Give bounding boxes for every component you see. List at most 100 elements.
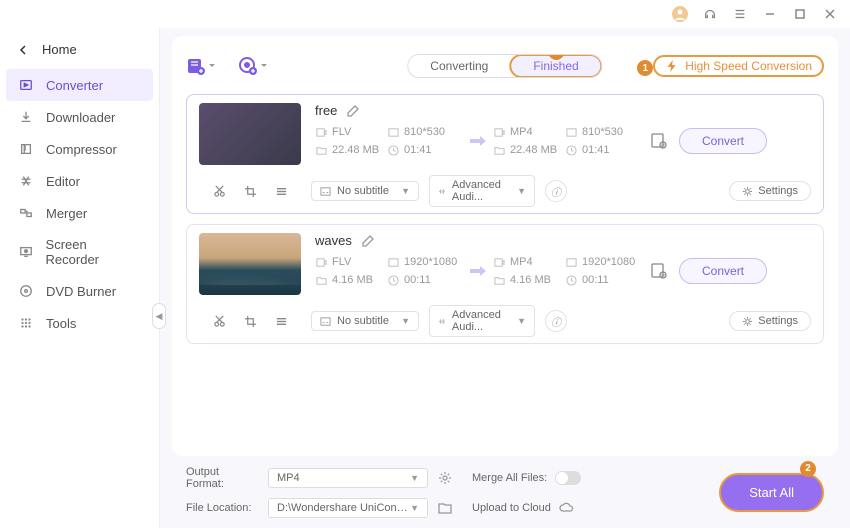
sidebar-item-label: Editor xyxy=(46,174,80,189)
src-format: FLV xyxy=(332,126,351,138)
dvd-icon xyxy=(18,283,34,299)
dst-size: 4.16 MB xyxy=(510,274,551,286)
merge-toggle[interactable] xyxy=(555,471,581,485)
info-icon[interactable]: ⓘ xyxy=(545,180,567,202)
sidebar: Home Converter Downloader Compressor Ed xyxy=(0,28,160,528)
item-title: waves xyxy=(315,233,352,248)
sidebar-item-label: Merger xyxy=(46,206,87,221)
src-res: 1920*1080 xyxy=(404,256,457,268)
editor-icon xyxy=(18,173,34,189)
clock-icon xyxy=(387,144,399,156)
maximize-icon[interactable] xyxy=(792,6,808,22)
convert-button[interactable]: Convert xyxy=(679,258,767,284)
sidebar-item-label: Downloader xyxy=(46,110,115,125)
high-speed-toggle[interactable]: 1 High Speed Conversion xyxy=(653,55,824,77)
merger-icon xyxy=(18,205,34,221)
output-settings-icon[interactable] xyxy=(647,132,671,150)
menu-icon[interactable] xyxy=(732,6,748,22)
dst-size: 22.48 MB xyxy=(510,144,557,156)
converter-icon xyxy=(18,77,34,93)
sidebar-item-label: Converter xyxy=(46,78,103,93)
main-panel: Converting 3 Finished 1 High Speed Conve… xyxy=(160,28,850,528)
downloader-icon xyxy=(18,109,34,125)
sidebar-item-screenrec[interactable]: Screen Recorder xyxy=(0,229,159,275)
file-location-label: File Location: xyxy=(186,502,258,514)
sidebar-item-merger[interactable]: Merger xyxy=(0,197,159,229)
convert-button[interactable]: Convert xyxy=(679,128,767,154)
dst-res: 1920*1080 xyxy=(582,256,635,268)
src-size: 22.48 MB xyxy=(332,144,379,156)
effects-icon[interactable] xyxy=(275,185,288,198)
file-location-select[interactable]: D:\Wondershare UniConverter 1▼ xyxy=(268,498,428,518)
open-folder-icon[interactable] xyxy=(438,501,462,515)
compressor-icon xyxy=(18,141,34,157)
item-settings-button[interactable]: Settings xyxy=(729,311,811,331)
video-icon xyxy=(493,126,505,138)
add-file-button[interactable] xyxy=(186,56,216,76)
user-icon[interactable] xyxy=(672,6,688,22)
video-icon xyxy=(315,126,327,138)
video-thumbnail[interactable] xyxy=(199,103,301,165)
sidebar-item-downloader[interactable]: Downloader xyxy=(0,101,159,133)
home-link[interactable]: Home xyxy=(0,36,159,69)
sidebar-item-editor[interactable]: Editor xyxy=(0,165,159,197)
audio-select[interactable]: Advanced Audi...▼ xyxy=(429,305,535,337)
info-icon[interactable]: ⓘ xyxy=(545,310,567,332)
src-dur: 01:41 xyxy=(404,144,432,156)
dst-format: MP4 xyxy=(510,256,533,268)
cloud-icon[interactable] xyxy=(559,502,574,514)
output-format-select[interactable]: MP4▼ xyxy=(268,468,428,488)
trim-icon[interactable] xyxy=(213,185,226,198)
tab-converting[interactable]: Converting xyxy=(408,55,510,77)
add-dvd-button[interactable] xyxy=(238,56,268,76)
start-all-button[interactable]: 2 Start All xyxy=(719,473,824,512)
conversion-item: waves FLV 4.16 MB 1920*1080 xyxy=(186,224,824,344)
clock-icon xyxy=(565,144,577,156)
crop-icon[interactable] xyxy=(244,315,257,328)
tools-icon xyxy=(18,315,34,331)
audio-select[interactable]: Advanced Audi...▼ xyxy=(429,175,535,207)
sidebar-item-tools[interactable]: Tools xyxy=(0,307,159,339)
sidebar-item-label: Compressor xyxy=(46,142,117,157)
sidebar-collapse[interactable]: ◀ xyxy=(152,303,166,329)
subtitle-select[interactable]: No subtitle▼ xyxy=(311,181,419,201)
annotation-1: 1 xyxy=(637,60,653,76)
src-size: 4.16 MB xyxy=(332,274,373,286)
titlebar xyxy=(0,0,850,28)
src-dur: 00:11 xyxy=(404,274,431,286)
tab-finished[interactable]: 3 Finished xyxy=(509,54,602,78)
toolbar: Converting 3 Finished 1 High Speed Conve… xyxy=(186,46,824,86)
upload-label: Upload to Cloud xyxy=(472,502,551,514)
annotation-2: 2 xyxy=(800,461,816,477)
dst-format: MP4 xyxy=(510,126,533,138)
close-icon[interactable] xyxy=(822,6,838,22)
folder-icon xyxy=(315,144,327,156)
headset-icon[interactable] xyxy=(702,6,718,22)
sidebar-item-dvd[interactable]: DVD Burner xyxy=(0,275,159,307)
edit-title-icon[interactable] xyxy=(347,105,359,117)
conversion-item: free FLV 22.48 MB 810*530 xyxy=(186,94,824,214)
sidebar-item-label: DVD Burner xyxy=(46,284,116,299)
folder-icon xyxy=(493,144,505,156)
sidebar-item-converter[interactable]: Converter xyxy=(6,69,153,101)
format-settings-icon[interactable] xyxy=(438,471,462,485)
dst-dur: 00:11 xyxy=(582,274,609,286)
footer: Output Format: MP4▼ Merge All Files: 2 S… xyxy=(172,456,838,520)
subtitle-select[interactable]: No subtitle▼ xyxy=(311,311,419,331)
sidebar-item-label: Screen Recorder xyxy=(46,237,141,267)
sidebar-item-label: Tools xyxy=(46,316,76,331)
dst-dur: 01:41 xyxy=(582,144,610,156)
item-settings-button[interactable]: Settings xyxy=(729,181,811,201)
dst-res: 810*530 xyxy=(582,126,623,138)
status-tabs: Converting 3 Finished xyxy=(407,54,602,78)
item-title: free xyxy=(315,103,337,118)
sidebar-item-compressor[interactable]: Compressor xyxy=(0,133,159,165)
edit-title-icon[interactable] xyxy=(362,235,374,247)
crop-icon[interactable] xyxy=(244,185,257,198)
trim-icon[interactable] xyxy=(213,315,226,328)
output-settings-icon[interactable] xyxy=(647,262,671,280)
effects-icon[interactable] xyxy=(275,315,288,328)
video-thumbnail[interactable] xyxy=(199,233,301,295)
minimize-icon[interactable] xyxy=(762,6,778,22)
output-format-label: Output Format: xyxy=(186,466,258,490)
